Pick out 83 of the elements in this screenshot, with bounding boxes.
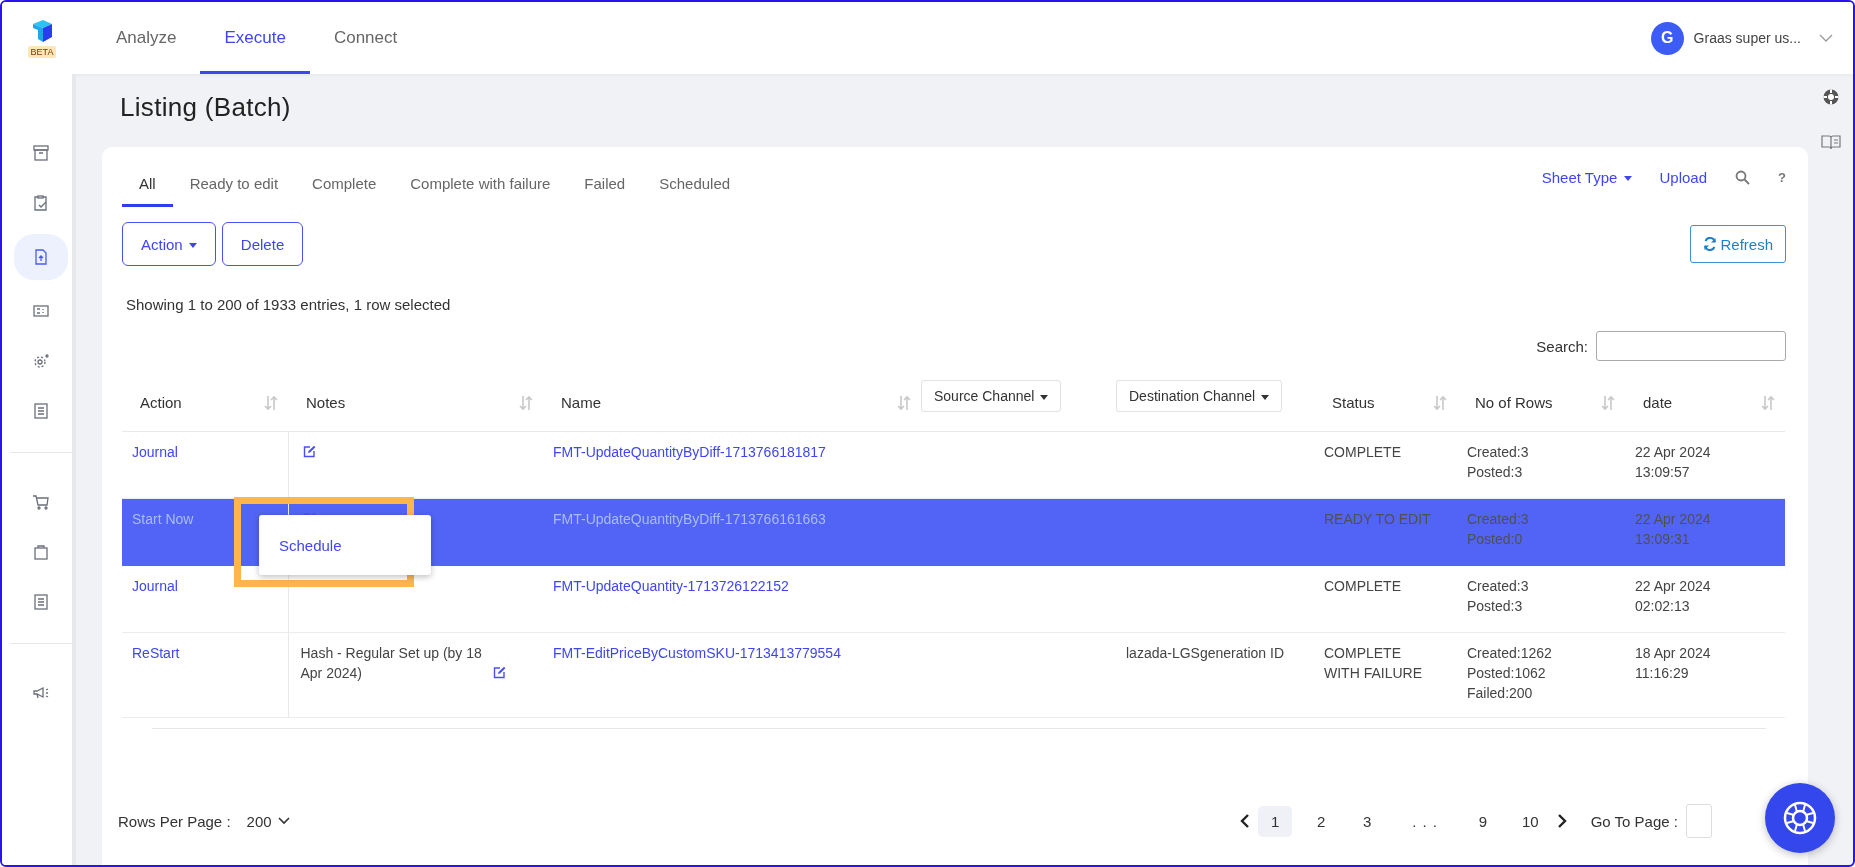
column-filter-dropdown[interactable]: Destination Channel [1116, 379, 1282, 412]
nav-tab[interactable]: Connect [309, 2, 422, 74]
table-cell-text: Created:1262 Posted:1062 Failed:200 [1467, 643, 1553, 703]
sort-icon[interactable] [519, 394, 533, 411]
sidebar-file-upload-icon[interactable] [14, 234, 68, 280]
user-menu[interactable]: G Graas super us... [1650, 2, 1833, 74]
action-dropdown-button[interactable]: Action [122, 222, 216, 266]
sheet-type-dropdown[interactable]: Sheet Type [1541, 168, 1632, 186]
table-cell-text: Created:3 Posted:3 [1467, 576, 1530, 616]
book-icon[interactable] [1820, 134, 1841, 150]
column-header: Name [561, 394, 601, 412]
table-cell-text: Hash - Regular Set up (by 18 Apr 2024) [300, 643, 483, 683]
page-ellipsis: . . . [1411, 811, 1439, 832]
nav-tab[interactable]: Execute [200, 2, 310, 74]
column-header: Action [140, 394, 182, 412]
filter-tab[interactable]: Scheduled [642, 160, 748, 207]
row-action-link[interactable]: ReStart [132, 644, 180, 661]
filter-tab[interactable]: Complete [295, 160, 394, 207]
row-action-link[interactable]: Journal [132, 577, 178, 594]
chevron-down-icon [277, 817, 290, 825]
go-to-page-label: Go To Page : [1590, 812, 1678, 830]
sort-icon[interactable] [264, 394, 278, 411]
table-cell-text: 22 Apr 2024 02:02:13 [1635, 576, 1712, 616]
nav-tab[interactable]: Analyze [92, 2, 201, 74]
column-header: date [1643, 394, 1673, 412]
rows-per-page-select[interactable]: 200 [246, 812, 290, 830]
batch-name-link[interactable]: FMT-UpdateQuantityByDiff-1713766181817 [553, 443, 826, 460]
table-cell: lazada-LGSgeneration ID [1126, 644, 1284, 661]
rows-per-page-label: Rows Per Page : [118, 812, 231, 830]
help-link[interactable]: ? [1778, 169, 1786, 185]
filter-tab[interactable]: All [122, 160, 173, 207]
table-row[interactable]: Journal FMT-UpdateQuantityByDiff-1713766181817 COMPLETE Created:3 Posted:3 22 Apr 2024 13:09:57 [122, 431, 1785, 498]
column-header: Notes [306, 394, 346, 412]
page-link[interactable]: 1 [1258, 805, 1293, 837]
sort-icon[interactable] [1433, 394, 1447, 411]
upload-link[interactable]: Upload [1659, 168, 1708, 186]
page-title: Listing (Batch) [120, 92, 292, 123]
table-cell-text: 22 Apr 2024 13:09:57 [1635, 442, 1712, 482]
table-cell-text: 22 Apr 2024 13:09:31 [1635, 509, 1712, 549]
table-cell-text: READY TO EDIT [1324, 509, 1432, 529]
table-cell-text: COMPLETE WITH FAILURE [1324, 643, 1423, 683]
batch-name-link[interactable]: FMT-EditPriceByCustomSKU-1713413779554 [553, 644, 841, 661]
sort-icon[interactable] [1601, 394, 1615, 411]
filter-tab[interactable]: Ready to edit [172, 160, 296, 207]
column-header: No of Rows [1475, 394, 1553, 412]
column-header: Status [1332, 394, 1375, 412]
lifebuoy-icon[interactable] [1821, 88, 1840, 106]
logo[interactable]: BETA [24, 2, 60, 74]
refresh-icon [1703, 237, 1718, 251]
table-cell-text: COMPLETE [1324, 576, 1402, 596]
table-cell-text: COMPLETE [1324, 442, 1402, 462]
column-filter-dropdown[interactable]: Source Channel [921, 379, 1062, 412]
beta-badge: BETA [27, 46, 57, 58]
lifebuoy-icon [1781, 799, 1819, 837]
search-icon[interactable] [1735, 169, 1751, 185]
page-link[interactable]: 3 [1350, 805, 1385, 837]
page-link[interactable]: 10 [1512, 805, 1549, 837]
sort-icon[interactable] [1761, 394, 1775, 411]
table-cell-text: Created:3 Posted:3 [1467, 442, 1530, 482]
search-field[interactable] [1596, 331, 1786, 361]
go-to-page-field[interactable] [1686, 804, 1712, 838]
menu-item[interactable]: Schedule [279, 536, 342, 554]
page-link[interactable]: 2 [1304, 805, 1339, 837]
table-cell-text: 18 Apr 2024 11:16:29 [1635, 643, 1712, 683]
edit-icon[interactable] [302, 444, 316, 458]
sort-icon[interactable] [897, 394, 911, 411]
page-link[interactable]: 9 [1466, 805, 1500, 837]
next-page-icon[interactable] [1556, 814, 1567, 828]
filter-tab[interactable]: Failed [567, 160, 643, 207]
batch-name-link[interactable]: FMT-UpdateQuantity-1713726122152 [553, 577, 789, 594]
refresh-button[interactable]: Refresh [1690, 225, 1786, 263]
table-cell-text: Created:3 Posted:0 [1467, 509, 1530, 549]
entries-summary: Showing 1 to 200 of 1933 entries, 1 row selected [126, 296, 452, 313]
avatar: G [1650, 21, 1684, 55]
table-row[interactable]: ReStart Hash - Regular Set up (by 18 Apr 2024) FMT-EditPriceByCustomSKU-1713413779554 lazada-LGSgeneration ID COMPLETE WITH FAILURE Created:1262 Posted:1062 Failed:200 18 Apr 2024 11:16:29 [122, 632, 1785, 717]
edit-icon[interactable] [492, 665, 506, 679]
search-label: Search: [1536, 337, 1588, 355]
delete-button[interactable]: Delete [221, 222, 304, 266]
chevron-down-icon [1819, 34, 1833, 42]
support-button[interactable] [1765, 783, 1835, 853]
previous-page-icon[interactable] [1240, 814, 1251, 828]
filter-tab[interactable]: Complete with failure [393, 160, 568, 207]
row-action-link[interactable]: Journal [132, 443, 178, 460]
